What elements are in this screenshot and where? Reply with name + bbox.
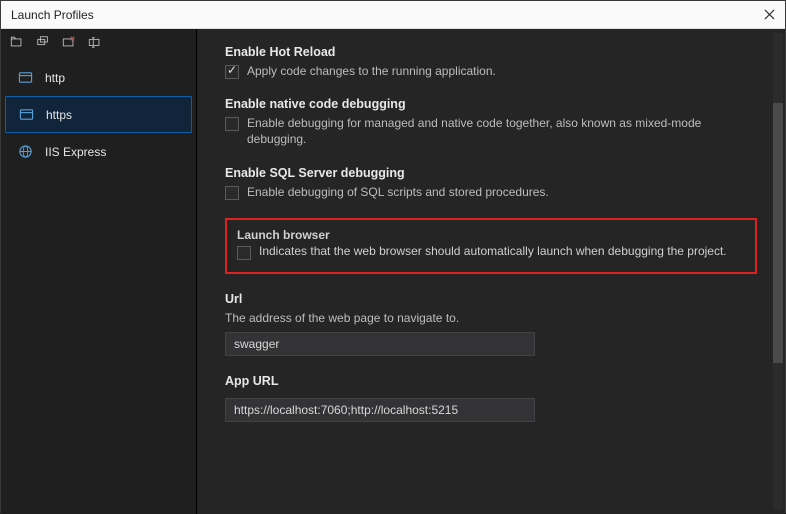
section-title: Launch browser [237, 228, 745, 242]
project-icon [18, 107, 34, 123]
section-sql-debug: Enable SQL Server debugging Enable debug… [225, 166, 757, 200]
app-url-input[interactable] [225, 398, 535, 422]
profile-list: http https IIS Express [1, 55, 196, 170]
new-folder-icon [10, 35, 24, 49]
section-url: Url The address of the web page to navig… [225, 292, 757, 356]
vertical-scrollbar[interactable] [773, 33, 783, 510]
section-title: App URL [225, 374, 757, 388]
section-desc: Indicates that the web browser should au… [259, 244, 727, 258]
new-profile-button[interactable] [9, 34, 25, 50]
profile-label: IIS Express [45, 145, 106, 159]
close-icon [764, 9, 775, 20]
sidebar-toolbar [1, 29, 196, 55]
titlebar: Launch Profiles [1, 1, 785, 29]
section-desc: Apply code changes to the running applic… [247, 63, 496, 79]
duplicate-profile-button[interactable] [35, 34, 51, 50]
profile-label: https [46, 108, 72, 122]
profile-label: http [45, 71, 65, 85]
delete-profile-button[interactable] [61, 34, 77, 50]
window-title: Launch Profiles [11, 8, 94, 22]
url-input[interactable] [225, 332, 535, 356]
section-desc: Enable debugging for managed and native … [247, 115, 757, 147]
close-button[interactable] [761, 7, 777, 23]
delete-folder-icon [62, 35, 76, 49]
project-icon [17, 70, 33, 86]
globe-icon [17, 144, 33, 160]
scroll-thumb[interactable] [773, 103, 783, 363]
hot-reload-checkbox[interactable] [225, 65, 239, 79]
section-desc: The address of the web page to navigate … [225, 310, 757, 326]
sql-debug-checkbox[interactable] [225, 186, 239, 200]
native-debug-checkbox[interactable] [225, 117, 239, 131]
section-desc: Enable debugging of SQL scripts and stor… [247, 184, 549, 200]
rename-profile-button[interactable] [87, 34, 103, 50]
content-panel: Enable Hot Reload Apply code changes to … [197, 29, 785, 514]
profile-item-https[interactable]: https [5, 96, 192, 133]
section-title: Enable Hot Reload [225, 45, 757, 59]
section-hot-reload: Enable Hot Reload Apply code changes to … [225, 45, 757, 79]
profile-item-http[interactable]: http [5, 59, 192, 96]
launch-browser-checkbox[interactable] [237, 246, 251, 260]
sidebar: http https IIS Express [1, 29, 197, 514]
section-native-debug: Enable native code debugging Enable debu… [225, 97, 757, 147]
section-title: Url [225, 292, 757, 306]
profile-item-iis-express[interactable]: IIS Express [5, 133, 192, 170]
rename-icon [88, 35, 102, 49]
section-title: Enable native code debugging [225, 97, 757, 111]
copy-folder-icon [36, 35, 50, 49]
section-launch-browser-highlighted: Launch browser Indicates that the web br… [225, 218, 757, 274]
section-title: Enable SQL Server debugging [225, 166, 757, 180]
section-app-url: App URL [225, 374, 757, 422]
